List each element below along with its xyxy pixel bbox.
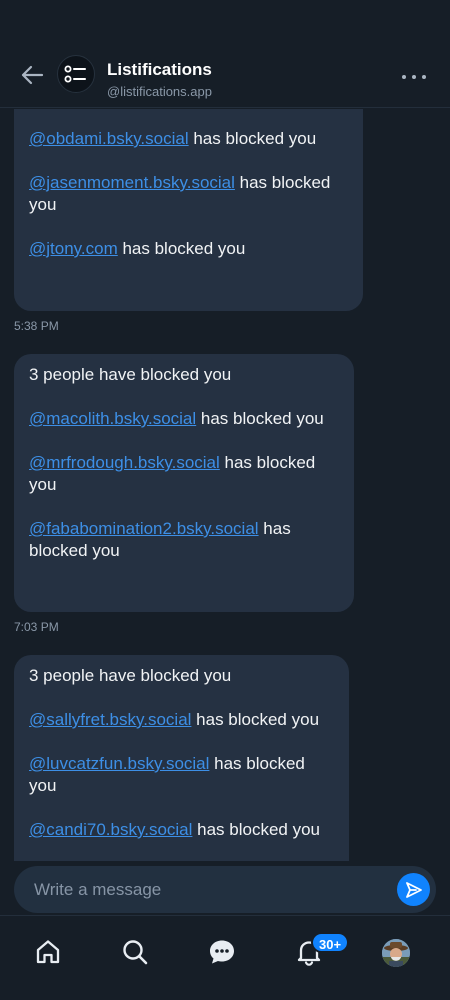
more-icon-dot: [412, 75, 416, 79]
user-mention-link[interactable]: @sallyfret.bsky.social: [29, 710, 191, 729]
message-bubble: 3 people have blocked you @macolith.bsky…: [14, 354, 354, 612]
more-icon-dot: [402, 75, 406, 79]
message-line: @jtony.com has blocked you: [29, 239, 246, 258]
user-mention-link[interactable]: @luvcatzfun.bsky.social: [29, 754, 209, 773]
nav-search[interactable]: [119, 936, 151, 968]
message-line: @obdami.bsky.social has blocked you: [29, 129, 317, 148]
message-input[interactable]: [34, 866, 394, 913]
notifications-badge: 30+: [311, 932, 350, 953]
message-intro: 3 people have blocked you: [29, 365, 232, 384]
user-mention-link[interactable]: @mrfrodough.bsky.social: [29, 453, 220, 472]
bottom-navigation: 30+: [0, 915, 450, 1000]
list-icon: [64, 65, 86, 83]
profile-avatar[interactable]: [382, 939, 410, 967]
more-icon-dot: [422, 75, 426, 79]
user-mention-link[interactable]: @fababomination2.bsky.social: [29, 519, 259, 538]
message-timestamp: 7:03 PM: [14, 620, 59, 634]
avatar-image: [382, 939, 410, 967]
message-line: @candi70.bsky.social has blocked you: [29, 820, 321, 839]
home-icon: [36, 940, 60, 964]
app-root: Listifications @listifications.app @obda…: [0, 0, 450, 1000]
back-button[interactable]: [18, 62, 46, 88]
channel-handle: @listifications.app: [107, 84, 212, 99]
message-composer: [14, 866, 436, 913]
message-bubble: 3 people have blocked you @sallyfret.bsk…: [14, 655, 349, 861]
send-button[interactable]: [397, 873, 430, 906]
user-mention-link[interactable]: @jtony.com: [29, 239, 118, 258]
user-mention-link[interactable]: @obdami.bsky.social: [29, 129, 189, 148]
channel-name[interactable]: Listifications: [107, 60, 212, 80]
message-list[interactable]: @obdami.bsky.social has blocked you @jas…: [0, 109, 450, 861]
message-timestamp: 5:38 PM: [14, 319, 59, 333]
nav-home[interactable]: [32, 936, 64, 968]
more-options-button[interactable]: [402, 68, 426, 86]
back-arrow-icon: [21, 65, 44, 85]
user-mention-link[interactable]: @macolith.bsky.social: [29, 409, 196, 428]
message-line: @jasenmoment.bsky.social has blocked you: [29, 173, 331, 214]
user-mention-link[interactable]: @candi70.bsky.social: [29, 820, 192, 839]
message-intro: 3 people have blocked you: [29, 666, 232, 685]
message-line: @mrfrodough.bsky.social has blocked you: [29, 453, 316, 494]
message-line: @fababomination2.bsky.social has blocked…: [29, 519, 291, 560]
channel-avatar[interactable]: [57, 55, 95, 93]
search-icon: [123, 940, 148, 965]
message-line: @sallyfret.bsky.social has blocked you: [29, 710, 320, 729]
send-icon: [405, 881, 422, 898]
chat-icon: [210, 940, 234, 964]
message-line: @luvcatzfun.bsky.social has blocked you: [29, 754, 305, 795]
nav-chat[interactable]: [206, 936, 238, 968]
message-bubble: @obdami.bsky.social has blocked you @jas…: [14, 109, 363, 311]
message-line: @macolith.bsky.social has blocked you: [29, 409, 324, 428]
user-mention-link[interactable]: @jasenmoment.bsky.social: [29, 173, 235, 192]
conversation-header: Listifications @listifications.app: [0, 0, 450, 108]
